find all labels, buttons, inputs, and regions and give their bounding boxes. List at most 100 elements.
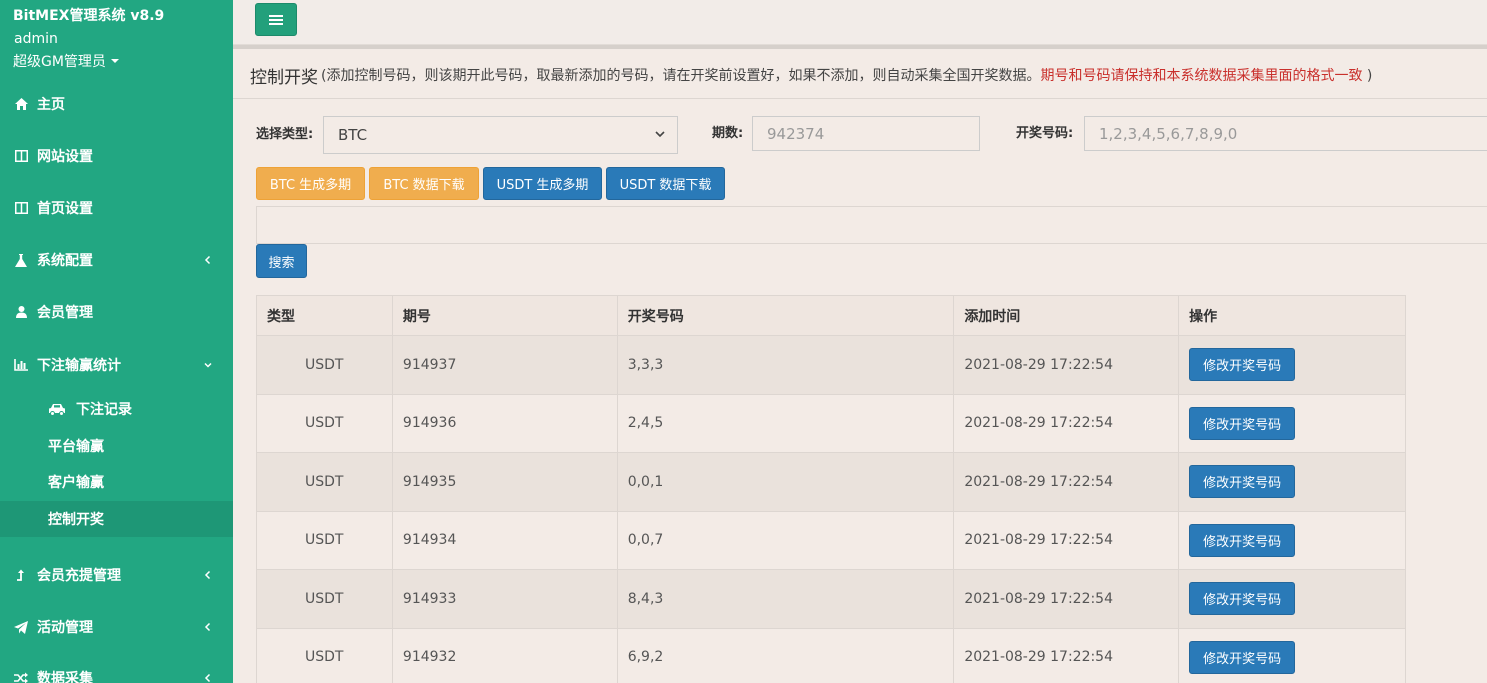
chevron-left-icon bbox=[204, 673, 211, 683]
description-suffix: ) bbox=[1362, 68, 1373, 84]
sidebar-subitem-label: 下注记录 bbox=[76, 402, 132, 418]
column-header-period: 期号 bbox=[391, 295, 618, 336]
type-select[interactable]: BTC bbox=[323, 116, 678, 154]
chevron-left-icon bbox=[204, 255, 211, 265]
sidebar-item-label: 系统配置 bbox=[37, 253, 93, 269]
number-label: 开奖号码: bbox=[1016, 126, 1074, 141]
columns-icon bbox=[14, 149, 28, 163]
sidebar-item-data-collection[interactable]: 数据采集 bbox=[0, 658, 233, 683]
cell-number: 2,4,5 bbox=[616, 393, 955, 453]
user-name: admin bbox=[14, 31, 58, 47]
cell-period: 914933 bbox=[391, 569, 618, 629]
chevron-down-icon bbox=[204, 362, 212, 368]
user-role-dropdown[interactable]: 超级GM管理员 bbox=[13, 51, 119, 71]
cell-time: 2021-08-29 17:22:54 bbox=[953, 393, 1180, 453]
sidebar-item-home[interactable]: 主页 bbox=[0, 84, 233, 124]
user-role-label: 超级GM管理员 bbox=[13, 54, 106, 70]
level-up-icon bbox=[14, 568, 28, 582]
cell-action: 修改开奖号码 bbox=[1178, 627, 1406, 683]
usdt-generate-button[interactable]: USDT 生成多期 bbox=[483, 167, 602, 200]
sidebar-item-label: 会员管理 bbox=[37, 305, 93, 321]
column-header-action: 操作 bbox=[1178, 295, 1406, 336]
sidebar-subitem-control-draw[interactable]: 控制开奖 bbox=[0, 501, 233, 537]
period-input-placeholder: 942374 bbox=[767, 124, 825, 143]
sidebar-subitem-customer-winloss[interactable]: 客户输赢 bbox=[0, 464, 233, 500]
page-title: 控制开奖 bbox=[250, 68, 318, 88]
cell-action: 修改开奖号码 bbox=[1178, 510, 1406, 570]
search-button[interactable]: 搜索 bbox=[256, 244, 307, 278]
sidebar-item-bet-stats[interactable]: 下注输赢统计 bbox=[0, 345, 233, 385]
filter-panel bbox=[256, 206, 1487, 244]
chevron-left-icon bbox=[204, 622, 211, 632]
cell-number: 0,0,1 bbox=[616, 452, 955, 512]
cell-number: 8,4,3 bbox=[616, 569, 955, 629]
sidebar-item-site-settings[interactable]: 网站设置 bbox=[0, 136, 233, 176]
columns-icon bbox=[14, 201, 28, 215]
chevron-down-icon bbox=[655, 131, 665, 138]
table-row: USDT 914937 3,3,3 2021-08-29 17:22:54 修改… bbox=[256, 335, 1406, 395]
sidebar-subitem-label: 控制开奖 bbox=[48, 512, 104, 528]
sidebar-item-label: 网站设置 bbox=[37, 149, 93, 165]
period-label: 期数: bbox=[712, 126, 744, 141]
cell-action: 修改开奖号码 bbox=[1178, 393, 1406, 453]
sidebar-item-label: 数据采集 bbox=[37, 671, 93, 683]
cell-type: USDT bbox=[256, 335, 393, 395]
cell-number: 6,9,2 bbox=[616, 627, 955, 683]
sidebar-item-label: 下注输赢统计 bbox=[37, 358, 121, 374]
usdt-download-button[interactable]: USDT 数据下载 bbox=[606, 167, 725, 200]
cell-period: 914932 bbox=[391, 627, 618, 683]
edit-number-button[interactable]: 修改开奖号码 bbox=[1189, 582, 1296, 616]
cell-number: 3,3,3 bbox=[616, 335, 955, 395]
sidebar-subitem-platform-winloss[interactable]: 平台输赢 bbox=[0, 428, 233, 464]
description-warning: 期号和号码请保持和本系统数据采集里面的格式一致 bbox=[1040, 68, 1363, 84]
cell-type: USDT bbox=[256, 569, 393, 629]
sidebar-item-label: 会员充提管理 bbox=[37, 568, 121, 584]
table-row: USDT 914936 2,4,5 2021-08-29 17:22:54 修改… bbox=[256, 393, 1406, 453]
sidebar-item-system-config[interactable]: 系统配置 bbox=[0, 240, 233, 280]
cell-time: 2021-08-29 17:22:54 bbox=[953, 510, 1180, 570]
sidebar-item-deposit-withdraw[interactable]: 会员充提管理 bbox=[0, 555, 233, 595]
sidebar-item-members[interactable]: 会员管理 bbox=[0, 292, 233, 332]
sidebar-item-label: 活动管理 bbox=[37, 620, 93, 636]
edit-number-button[interactable]: 修改开奖号码 bbox=[1189, 348, 1296, 382]
number-input[interactable]: 1,2,3,4,5,6,7,8,9,0 bbox=[1084, 116, 1487, 151]
sidebar-item-label: 首页设置 bbox=[37, 201, 93, 217]
user-icon bbox=[14, 305, 28, 319]
brand-title: BitMEX管理系统 v8.9 bbox=[13, 8, 165, 24]
bar-chart-icon bbox=[14, 358, 28, 372]
period-input[interactable]: 942374 bbox=[752, 116, 980, 151]
table-header-row: 类型 期号 开奖号码 添加时间 操作 bbox=[256, 295, 1406, 336]
sidebar-subitem-bet-records[interactable]: 下注记录 bbox=[0, 391, 233, 427]
chevron-left-icon bbox=[204, 570, 211, 580]
random-icon bbox=[14, 671, 28, 683]
cell-period: 914935 bbox=[391, 452, 618, 512]
draw-results-table: 类型 期号 开奖号码 添加时间 操作 USDT 914937 3,3,3 202… bbox=[256, 295, 1406, 683]
cell-period: 914937 bbox=[391, 335, 618, 395]
home-icon bbox=[14, 97, 28, 111]
btc-generate-button[interactable]: BTC 生成多期 bbox=[256, 167, 365, 200]
table-row: USDT 914935 0,0,1 2021-08-29 17:22:54 修改… bbox=[256, 452, 1406, 512]
page-header: 控制开奖 (添加控制号码，则该期开此号码，取最新添加的号码，请在开奖前设置好，如… bbox=[233, 49, 1487, 99]
table-row: USDT 914934 0,0,7 2021-08-29 17:22:54 修改… bbox=[256, 510, 1406, 570]
sidebar-subitem-label: 平台输赢 bbox=[48, 439, 104, 455]
sidebar-subitem-label: 客户输赢 bbox=[48, 475, 104, 491]
edit-number-button[interactable]: 修改开奖号码 bbox=[1189, 465, 1296, 499]
sidebar-item-label: 主页 bbox=[37, 97, 65, 113]
sidebar-toggle-button[interactable] bbox=[255, 3, 297, 36]
description-text: (添加控制号码，则该期开此号码，取最新添加的号码，请在开奖前设置好，如果不添加，… bbox=[321, 68, 1041, 84]
type-label: 选择类型: bbox=[256, 127, 314, 142]
flask-icon bbox=[14, 253, 28, 267]
edit-number-button[interactable]: 修改开奖号码 bbox=[1189, 640, 1296, 674]
sidebar-item-activities[interactable]: 活动管理 bbox=[0, 607, 233, 647]
sidebar-item-home-settings[interactable]: 首页设置 bbox=[0, 188, 233, 228]
btc-download-button[interactable]: BTC 数据下载 bbox=[369, 167, 479, 200]
edit-number-button[interactable]: 修改开奖号码 bbox=[1189, 406, 1296, 440]
table-row: USDT 914932 6,9,2 2021-08-29 17:22:54 修改… bbox=[256, 627, 1406, 683]
cell-action: 修改开奖号码 bbox=[1178, 335, 1406, 395]
cell-time: 2021-08-29 17:22:54 bbox=[953, 335, 1180, 395]
cell-number: 0,0,7 bbox=[616, 510, 955, 570]
top-navbar bbox=[233, 0, 1487, 45]
cell-type: USDT bbox=[256, 393, 393, 453]
sidebar: BitMEX管理系统 v8.9 admin 超级GM管理员 主页 网站设置 首页… bbox=[0, 0, 233, 683]
edit-number-button[interactable]: 修改开奖号码 bbox=[1189, 523, 1296, 557]
